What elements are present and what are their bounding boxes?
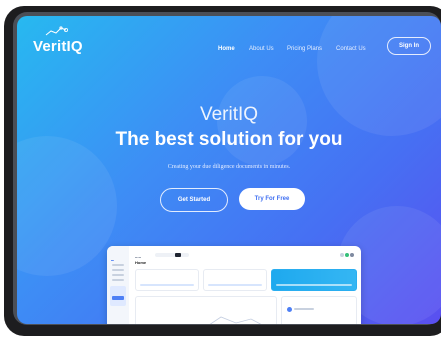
dashboard-chart-panel [135,296,277,324]
dashboard-sidebar-item [112,274,124,276]
stat-progress-bar [208,284,262,286]
try-for-free-button[interactable]: Try For Free [239,188,305,210]
dashboard-header-icons [340,253,354,257]
notification-icon [340,253,344,257]
dashboard-action-button [175,253,181,257]
dashboard-stat-card [135,269,199,291]
dashboard-stat-card [203,269,267,291]
hero-subtitle: Creating your due diligence documents in… [167,164,291,170]
dashboard-sidebar-item [112,264,124,266]
nav-home[interactable]: Home [218,46,235,52]
hero-headline: The best solution for you [115,129,343,150]
landing-page: VeritIQ Home About Us Pricing Plans Cont… [17,16,441,324]
background-glow [17,136,117,276]
sign-in-button[interactable]: Sign In [387,37,431,55]
dashboard-breadcrumb: ▬ ▬ [135,256,141,259]
dashboard-sidebar: ▬ [107,246,129,324]
dashboard-search-bar [155,253,189,257]
dashboard-sidebar-item [112,279,124,281]
dashboard-chart-line [209,316,262,324]
dashboard-preview-image: ▬ ▬ ▬ Home [107,246,361,324]
dashboard-logo-mark: ▬ [111,258,114,262]
dashboard-sidebar-item [112,269,124,271]
status-icon [345,253,349,257]
hero-brand: VeritIQ [199,104,259,125]
list-item-icon [287,307,292,312]
logo-mark-icon [45,26,68,36]
avatar [350,253,354,257]
nav-pricing-plans[interactable]: Pricing Plans [287,46,322,52]
list-item [294,308,314,310]
stat-progress-bar [276,284,352,286]
get-started-button[interactable]: Get Started [160,188,228,212]
stat-progress-bar [140,284,194,286]
dashboard-page-title: Home [135,260,147,265]
dashboard-list-panel [281,296,357,324]
dashboard-stat-card-highlighted [271,269,357,291]
nav-contact-us[interactable]: Contact Us [336,46,366,52]
logo[interactable]: VeritIQ [33,38,83,55]
nav-about-us[interactable]: About Us [249,46,274,52]
dashboard-promo-button [112,296,124,300]
